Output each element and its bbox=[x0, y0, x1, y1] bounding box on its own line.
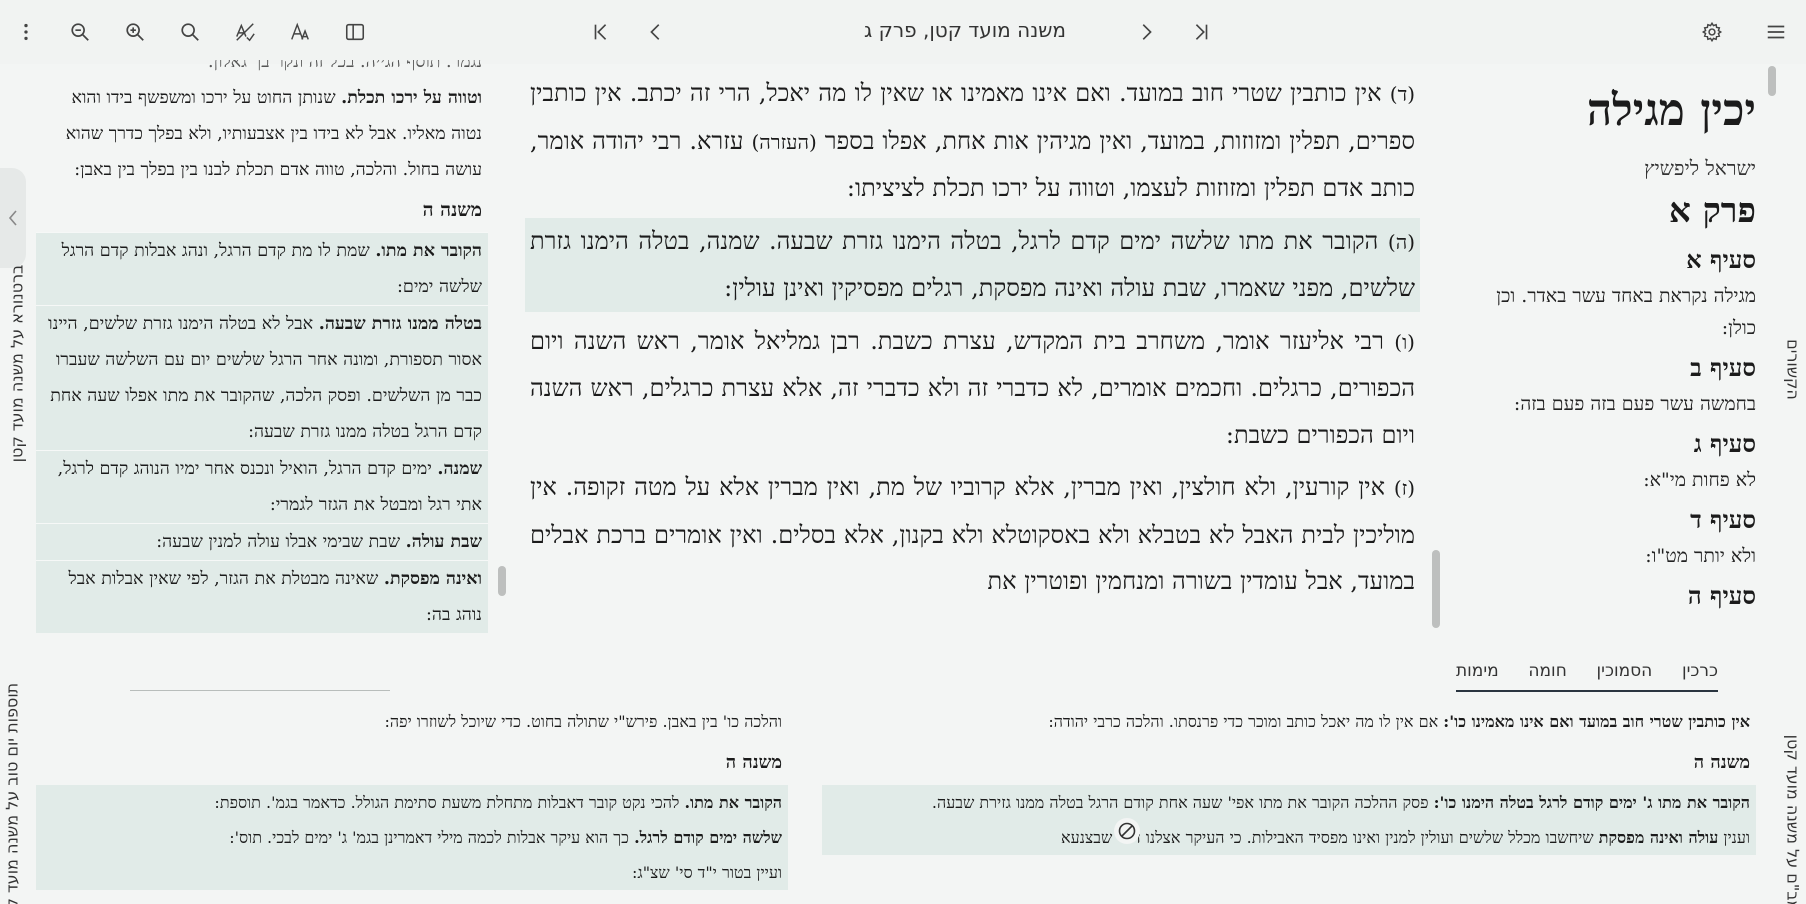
commentary-paragraph[interactable]: בטלה ממנו גזרת שבעה. אבל לא בטלה הימנו ג… bbox=[36, 305, 488, 450]
commentary-paragraph: וטווה על ירכו תכלת. שנותן החוט על ירכו ו… bbox=[36, 80, 488, 188]
commentary-dibbur: הקובר את מתו. bbox=[375, 241, 482, 261]
commentary-dibbur: בטלה ממנו גזרת שבעה. bbox=[318, 314, 482, 334]
split-view-icon[interactable] bbox=[337, 14, 373, 50]
commentary-dibbur: עולה ואינה מפסקת bbox=[1598, 828, 1719, 847]
first-page-icon[interactable] bbox=[583, 14, 619, 50]
mishnah-paragraph-5[interactable]: (ה) הקובר את מתו שלשה ימים קדם לרגל, בטל… bbox=[525, 217, 1420, 312]
commentary-paragraph: אין כותבין שטרי חוב במועד ואם אינו מאמינ… bbox=[822, 704, 1756, 739]
commentary-dibbur: אין כותבין שטרי חוב במועד ואם אינו מאמינ… bbox=[1443, 712, 1750, 731]
related-tabs: כרכין הסמוכין חומה מימות bbox=[1456, 652, 1718, 692]
more-vertical-icon[interactable] bbox=[8, 14, 44, 50]
commentary-dibbur: ואינה מפסקת. bbox=[383, 569, 482, 589]
mishnah-text: אין קורעין, ולא חולצין, ואין מברין, אלא … bbox=[530, 473, 1415, 595]
mishnah-number: (ז) bbox=[1393, 476, 1416, 500]
menu-icon[interactable] bbox=[1758, 14, 1794, 50]
spellcheck-off-icon[interactable] bbox=[227, 14, 263, 50]
commentary-paragraph[interactable]: שלשה ימים קודם לרגל. כך הוא עיקר אבלות ל… bbox=[36, 820, 788, 855]
commentary-text: ימים קדם הרגל, הואיל ונכנס אחר ימיו הנוה… bbox=[57, 459, 482, 515]
mishnah-paragraph-4[interactable]: (ד) אין כותבין שטרי חוב במועד. ואם אינו … bbox=[525, 70, 1420, 212]
commentary-line-partial: נגמר. תוסף הגייה. בכל זה ונקר בך גאלון. bbox=[207, 60, 482, 72]
toolbar: משנה מועד קטן, פרק ג bbox=[0, 0, 1806, 64]
section-text: מגילה נקראת באחד עשר באדר. וכן כולן: bbox=[1496, 285, 1756, 339]
commentary-paragraph[interactable]: וענין עולה ואינה מפסקת שיחשבו מכלל שלשים… bbox=[822, 820, 1756, 855]
section-text: ולא יותר מט"ו: bbox=[1645, 545, 1756, 567]
font-icon[interactable] bbox=[282, 14, 318, 50]
commentary-text: וענין bbox=[1718, 828, 1750, 847]
commentary-text: שיחשבו מכלל שלשים ועולין למנין ואינו מפס… bbox=[1061, 828, 1599, 847]
search-icon[interactable] bbox=[172, 14, 208, 50]
prev-page-icon[interactable] bbox=[638, 14, 674, 50]
commentary-label-rambam[interactable]: רמב"ם על משנה מועד קטן bbox=[1784, 723, 1803, 904]
next-page-icon[interactable] bbox=[1128, 14, 1164, 50]
section-heading: סעיף ג bbox=[1693, 429, 1756, 458]
section-text: לא פחות מי"א: bbox=[1643, 469, 1756, 491]
commentary-dibbur: שבת עולה. bbox=[405, 532, 482, 552]
commentary-pane-tosafot: והלכה כו' בין באבן. פירש"י שתולה בחוט. כ… bbox=[36, 704, 788, 904]
pane-divider[interactable] bbox=[130, 690, 390, 691]
commentary-text: אם אין לו מה יאכל כותב ומוכר כדי פרנסתו.… bbox=[1048, 712, 1444, 731]
zoom-in-icon[interactable] bbox=[117, 14, 153, 50]
commentary-dibbur: שמנה. bbox=[437, 459, 482, 479]
commentary-paragraph[interactable]: הקובר את מתו. להכי נקט קובר דאבלות מתחלת… bbox=[36, 785, 788, 820]
mishnah-number: (ד) bbox=[1389, 82, 1415, 106]
section-text: בחמשה עשר פעם בזה פעם בזה: bbox=[1513, 393, 1756, 415]
commentary-dibbur: הקובר את מתו. bbox=[684, 793, 782, 812]
mishnah-number: (ה) bbox=[1387, 229, 1415, 254]
section-heading: סעיף ה bbox=[1687, 581, 1756, 610]
tab-karkin[interactable]: כרכין bbox=[1682, 661, 1718, 681]
mishnah-text: הקובר את מתו שלשה ימים קדם לרגל, בטלה הי… bbox=[530, 226, 1415, 303]
commentary-paragraph[interactable]: ועיין בטור י"ד סי' שצ"ג: bbox=[36, 855, 788, 890]
commentary-label-tosafot[interactable]: תוספות יום טוב על משנה מועד קטן bbox=[3, 674, 22, 904]
commentary-paragraph[interactable]: הקובר את מתו. שמת לו מת קדם הרגל, ונהג א… bbox=[36, 232, 488, 305]
zoom-out-icon[interactable] bbox=[62, 14, 98, 50]
commentary-text: כך הוא עיקר אבלות לכמה מילי דאמרינן בגמ'… bbox=[229, 828, 635, 847]
commentary-text: פסק ההלכה הקובר את מתו אפי' שעה אחת קודם… bbox=[931, 793, 1434, 812]
main-text-pane: (ד) אין כותבין שטרי חוב במועד. ואם אינו … bbox=[525, 70, 1420, 686]
commentary-paragraph[interactable]: הקובר את מתו ג' ימים קודם לרגל בטלה הימנ… bbox=[822, 785, 1756, 820]
chapter-heading: פרק א bbox=[1668, 191, 1756, 231]
mishnah-paragraph-7[interactable]: (ז) אין קורעין, ולא חולצין, ואין מברין, … bbox=[525, 464, 1420, 605]
right-pane-scrollbar[interactable] bbox=[1768, 66, 1776, 96]
commentary-pane-bartenura: נגמר. תוסף הגייה. בכל זה ונקר בך גאלון. … bbox=[36, 60, 488, 682]
commentary-paragraph[interactable]: ואינה מפסקת. שאינה מבטלת את הגזר, לפי שא… bbox=[36, 560, 488, 633]
related-label[interactable]: הקשורים bbox=[1784, 315, 1803, 425]
mishnah-text: רבי אליעזר אומר, משחרב בית המקדש, עצרת כ… bbox=[530, 326, 1415, 449]
commentary-line: והלכה כו' בין באבן. פירש"י שתולה בחוט. כ… bbox=[384, 712, 782, 731]
mishnah-header: משנה ה bbox=[422, 199, 482, 221]
mishnah-header: משנה ה bbox=[1693, 752, 1750, 773]
section-heading: סעיף ד bbox=[1690, 505, 1756, 534]
main-pane-scrollbar[interactable] bbox=[1432, 550, 1440, 628]
commentary-text: ועיין בטור י"ד סי' שצ"ג: bbox=[632, 863, 782, 882]
tab-choma[interactable]: חומה bbox=[1528, 661, 1566, 681]
commentary-paragraph[interactable]: שמנה. ימים קדם הרגל, הואיל ונכנס אחר ימי… bbox=[36, 450, 488, 523]
last-page-icon[interactable] bbox=[1183, 14, 1219, 50]
mishnah-header: משנה ה bbox=[725, 752, 782, 773]
chevron-left-icon bbox=[8, 210, 17, 226]
commentary-label-bartenura[interactable]: ברטנורא על משנה מועד קטן bbox=[8, 239, 27, 489]
left-pane-scrollbar[interactable] bbox=[498, 566, 506, 596]
book-title: יכין מגילה bbox=[1586, 85, 1756, 136]
settings-icon[interactable] bbox=[1694, 14, 1730, 50]
section-heading: סעיף ב bbox=[1690, 353, 1756, 382]
commentary-dibbur: שלשה ימים קודם לרגל. bbox=[634, 828, 782, 847]
commentary-dibbur: וטווה על ירכו תכלת. bbox=[341, 88, 482, 108]
commentary-text: להכי נקט קובר דאבלות מתחלת משעת סתימת הג… bbox=[214, 793, 685, 812]
block-icon[interactable] bbox=[1114, 818, 1140, 844]
book-author: ישראל ליפשיץ bbox=[1644, 156, 1756, 180]
mishnah-paragraph-6[interactable]: (ו) רבי אליעזר אומר, משחרב בית המקדש, עצ… bbox=[525, 318, 1420, 459]
section-heading: סעיף א bbox=[1686, 245, 1756, 274]
commentary-text: שבת שבימי אבלו עולה למנין שבעה: bbox=[156, 532, 406, 552]
tab-mimot[interactable]: מימות bbox=[1456, 661, 1499, 681]
tab-hasmuchin[interactable]: הסמוכין bbox=[1597, 661, 1653, 681]
commentary-dibbur: הקובר את מתו ג' ימים קודם לרגל בטלה הימנ… bbox=[1433, 793, 1750, 812]
related-text-pane: יכין מגילה ישראל ליפשיץ פרק א סעיף א מגי… bbox=[1456, 70, 1756, 686]
mishnah-text-variant: (העזרה) bbox=[751, 129, 817, 154]
commentary-pane-rambam: אין כותבין שטרי חוב במועד ואם אינו מאמינ… bbox=[822, 704, 1756, 904]
commentary-paragraph[interactable]: שבת עולה. שבת שבימי אבלו עולה למנין שבעה… bbox=[36, 523, 488, 560]
mishnah-number: (ו) bbox=[1394, 329, 1415, 354]
